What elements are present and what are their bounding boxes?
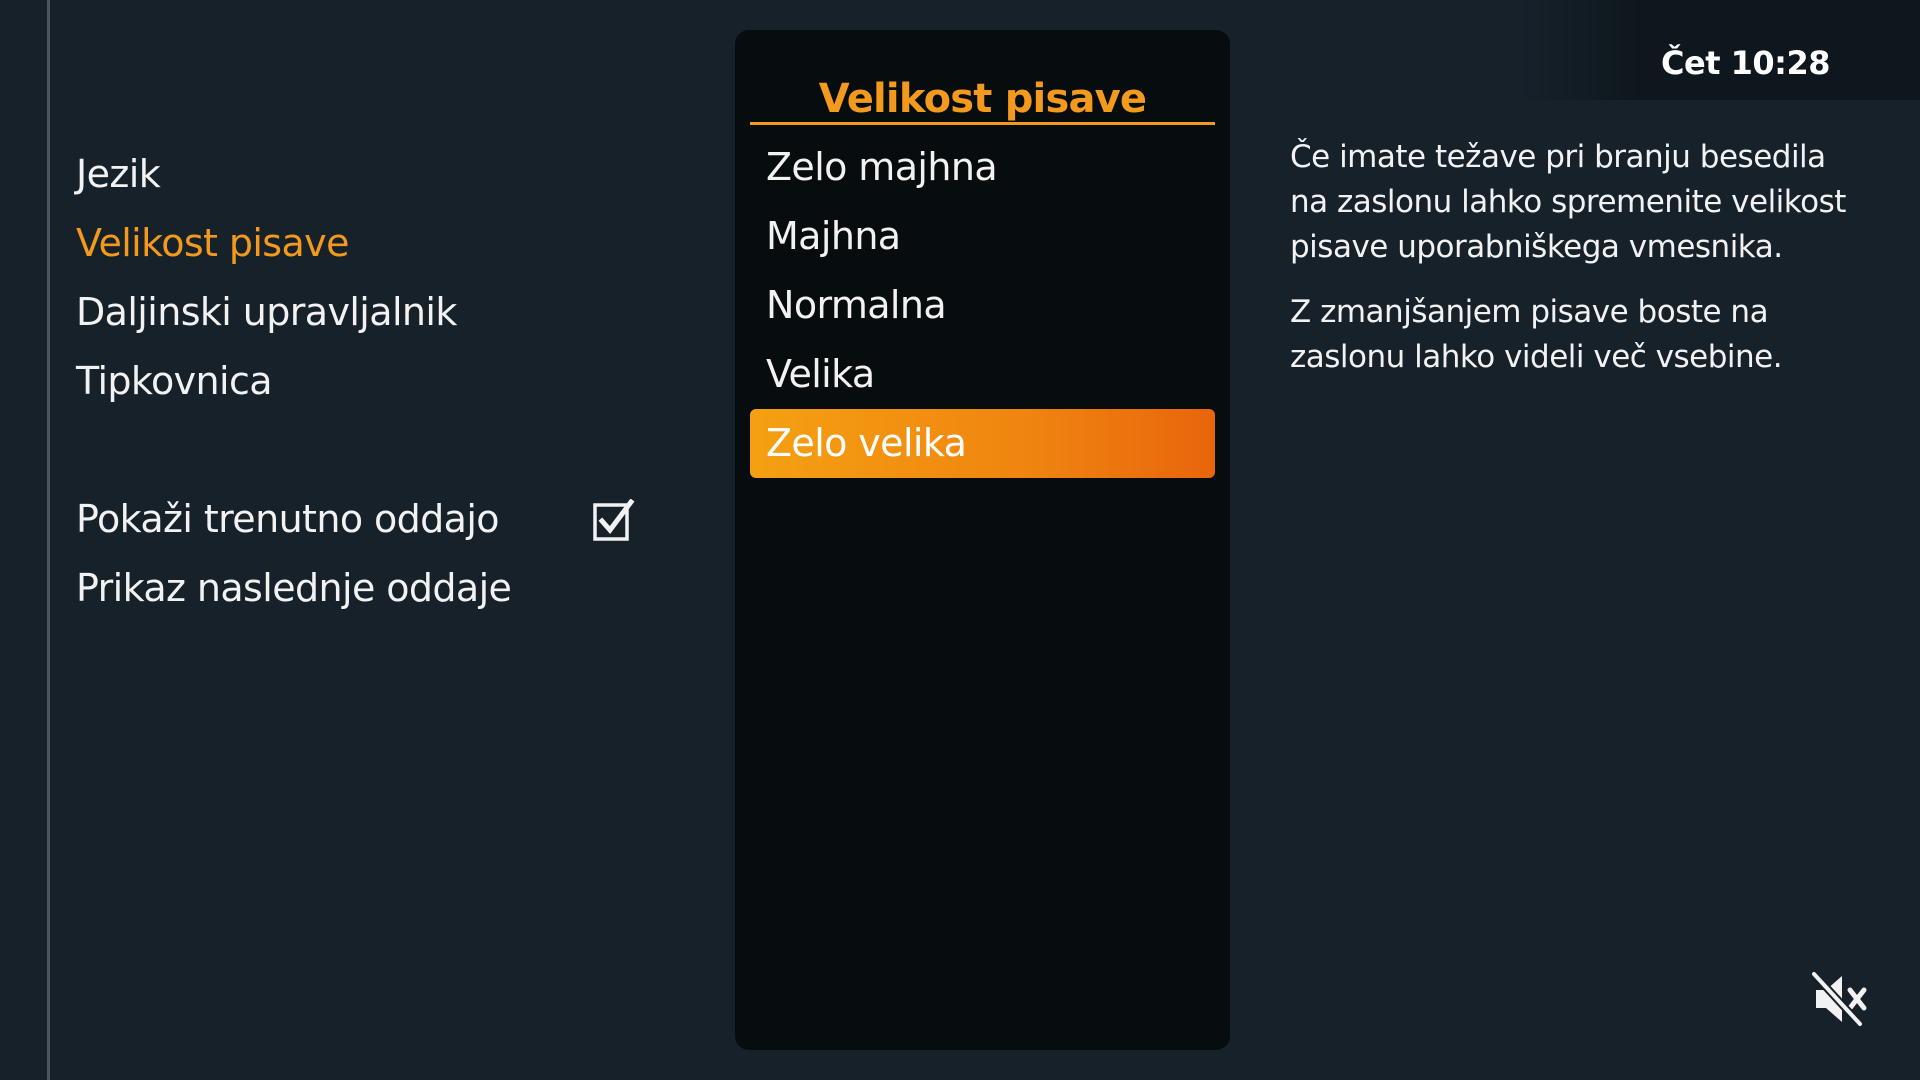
option-very-large[interactable]: Zelo velika	[750, 409, 1215, 478]
option-very-small[interactable]: Zelo majhna	[750, 133, 1215, 202]
menu-item-tipkovnica[interactable]: Tipkovnica	[76, 347, 656, 416]
font-size-options: Zelo majhna Majhna Normalna Velika Zelo …	[750, 133, 1215, 478]
menu-item-velikost-pisave[interactable]: Velikost pisave	[76, 209, 656, 278]
description-paragraph: Če imate težave pri branju besedila na z…	[1290, 139, 1846, 265]
description: Če imate težave pri branju besedila na z…	[1290, 135, 1850, 400]
font-size-panel: Velikost pisave Zelo majhna Majhna Norma…	[735, 30, 1230, 1050]
description-paragraph: Z zmanjšanjem pisave boste na zaslonu la…	[1290, 294, 1783, 375]
panel-divider	[750, 122, 1215, 125]
left-divider	[47, 0, 50, 1080]
checkbox-checked-icon[interactable]	[592, 499, 636, 543]
option-small[interactable]: Majhna	[750, 202, 1215, 271]
menu-spacer	[76, 416, 656, 485]
menu-item-daljinski-upravljalnik[interactable]: Daljinski upravljalnik	[76, 278, 656, 347]
menu-item-jezik[interactable]: Jezik	[76, 140, 656, 209]
toggle-show-current-programme[interactable]: Pokaži trenutno oddajo	[76, 485, 656, 554]
mute-icon	[1810, 970, 1867, 1028]
panel-title: Velikost pisave	[818, 76, 1147, 122]
settings-screen: Čet 10:28 Jezik Velikost pisave Daljinsk…	[0, 0, 1920, 1080]
settings-menu: Jezik Velikost pisave Daljinski upravlja…	[76, 140, 656, 623]
clock-area: Čet 10:28	[1520, 0, 1920, 100]
option-normal[interactable]: Normalna	[750, 271, 1215, 340]
clock: Čet 10:28	[1661, 44, 1830, 82]
toggle-label: Pokaži trenutno oddajo	[76, 497, 500, 541]
option-large[interactable]: Velika	[750, 340, 1215, 409]
toggle-show-next-programme[interactable]: Prikaz naslednje oddaje	[76, 554, 656, 623]
